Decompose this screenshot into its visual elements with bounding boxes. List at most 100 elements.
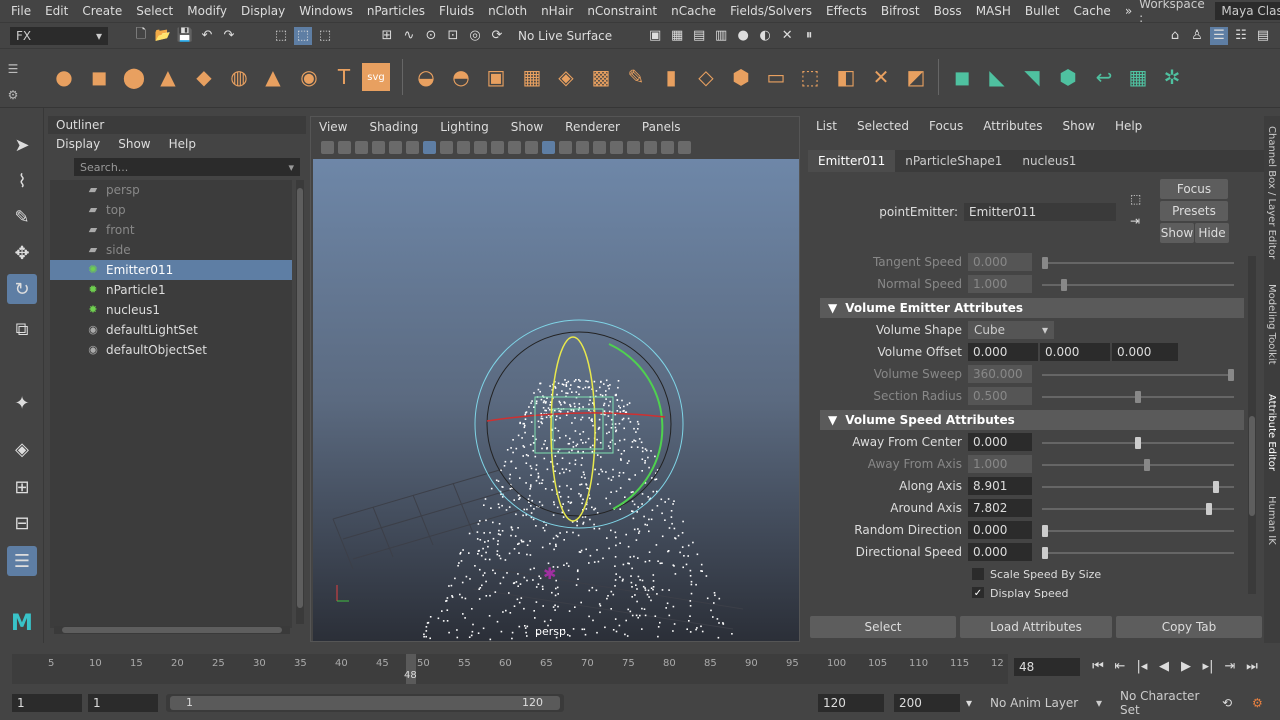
outliner-item-nparticle1[interactable]: ✹ nParticle1 [50, 280, 292, 300]
time-slider-bar[interactable]: 5 10 15 20 25 30 35 40 45 50 55 60 65 70 75 80 85 90 95 100… [12, 654, 1008, 684]
menu-nhair[interactable]: nHair [534, 4, 580, 18]
collapse-arrow-icon[interactable]: ▼ [828, 301, 837, 315]
auto-key-icon[interactable]: ⟲ [1222, 696, 1232, 710]
snap-live-icon[interactable]: ⟳ [488, 27, 506, 45]
cube-uv-icon[interactable]: ⬢ [727, 63, 755, 91]
volume-offset-y-field[interactable]: 0.000 [1040, 343, 1110, 361]
outliner-vscroll-thumb[interactable] [297, 188, 303, 608]
menu-cache[interactable]: Cache [1066, 4, 1117, 18]
render-frame-icon[interactable]: ▦ [668, 27, 686, 45]
workspace-dropdown[interactable]: Maya Classic [1215, 2, 1280, 20]
ncache-icon[interactable]: ↩ [1090, 63, 1118, 91]
character-controls-icon[interactable]: ♙ [1188, 27, 1206, 45]
render-settings-icon[interactable]: ▥ [712, 27, 730, 45]
rotate-tool-icon[interactable]: ↻ [7, 274, 37, 304]
edgeloop-icon[interactable]: ▭ [762, 63, 790, 91]
nucleus-icon[interactable]: ✲ [1158, 63, 1186, 91]
bookmark-icon[interactable] [355, 140, 368, 154]
select-button[interactable]: Select [810, 616, 956, 638]
snap-curve-icon[interactable]: ∿ [400, 27, 418, 45]
menu-file[interactable]: File [4, 4, 38, 18]
copy-tab-button[interactable]: Copy Tab [1116, 616, 1262, 638]
lights-icon[interactable] [593, 140, 606, 154]
snap-view-icon[interactable]: ⊡ [444, 27, 462, 45]
viewport-menu-lighting[interactable]: Lighting [440, 120, 489, 134]
torus-icon[interactable]: ◍ [225, 63, 253, 91]
attribute-vscrollbar[interactable] [1248, 256, 1256, 594]
playback-end-field[interactable]: 120 [818, 694, 884, 712]
outliner-menu-display[interactable]: Display [56, 137, 100, 151]
show-button[interactable]: Show [1160, 223, 1194, 243]
volume-emitter-header[interactable]: ▼ Volume Emitter Attributes [820, 298, 1244, 318]
isolate-icon[interactable] [678, 140, 691, 154]
menu-select[interactable]: Select [129, 4, 180, 18]
outliner-menu-help[interactable]: Help [169, 137, 196, 151]
grease-pencil-icon[interactable] [406, 140, 419, 154]
outliner-item-persp[interactable]: ▰ persp [50, 180, 292, 200]
rotate-z-ring[interactable] [550, 336, 596, 522]
smooth-shade-icon[interactable] [542, 140, 555, 154]
smooth-icon[interactable]: ▦ [518, 63, 546, 91]
animation-prefs-icon[interactable]: ⚙ [1252, 696, 1263, 710]
menu-set-dropdown[interactable]: FX ▾ [10, 26, 108, 45]
volume-shape-dropdown[interactable]: Cube ▾ [968, 321, 1054, 339]
go-to-end-icon[interactable]: ⏭ [1242, 656, 1262, 676]
select-component-icon[interactable]: ⬚ [316, 27, 334, 45]
around-axis-handle[interactable] [1205, 503, 1212, 515]
character-set-dropdown[interactable]: No Character Set [1114, 689, 1218, 717]
shelf-menu-icon[interactable]: ☰ [6, 55, 20, 83]
motion-blur-icon[interactable] [644, 140, 657, 154]
resolution-gate-icon[interactable] [457, 140, 470, 154]
extract-icon[interactable]: ▣ [482, 63, 510, 91]
attribute-vscroll-thumb[interactable] [1249, 416, 1255, 516]
ae-menu-focus[interactable]: Focus [929, 119, 963, 133]
focus-button[interactable]: Focus [1160, 179, 1228, 199]
outliner-hscrollbar[interactable] [54, 626, 290, 634]
plane-icon[interactable]: ◆ [190, 63, 218, 91]
attribute-editor-tab[interactable]: Attribute Editor [1266, 394, 1277, 471]
field-icon[interactable]: ▦ [1124, 63, 1152, 91]
rotate-outer-ring[interactable] [474, 319, 684, 529]
outliner-layout-icon[interactable]: ☰ [7, 546, 37, 576]
step-forward-frame-icon[interactable]: ▸| [1198, 656, 1218, 676]
sphere-icon[interactable]: ● [50, 63, 78, 91]
collapse-arrow-icon[interactable]: ▼ [828, 413, 837, 427]
select-hierarchy-icon[interactable]: ⬚ [272, 27, 290, 45]
pause-icon[interactable]: ⏸ [800, 27, 818, 45]
mirror-icon[interactable]: ◧ [832, 63, 860, 91]
open-scene-icon[interactable]: 📂 [154, 27, 172, 45]
cylinder-icon[interactable]: ⬤ [120, 63, 148, 91]
menu-mash[interactable]: MASH [969, 4, 1018, 18]
ipr-render-icon[interactable]: ▤ [690, 27, 708, 45]
range-slider-thumb[interactable] [170, 696, 560, 710]
aa-icon[interactable] [661, 140, 674, 154]
viewport-menu-show[interactable]: Show [511, 120, 543, 134]
presets-button[interactable]: Presets [1160, 201, 1228, 221]
viewport-menu-renderer[interactable]: Renderer [565, 120, 620, 134]
ncloth-icon[interactable]: ⬢ [1054, 63, 1082, 91]
chevron-down-icon[interactable]: ▾ [966, 696, 972, 710]
around-axis-slider[interactable] [1042, 503, 1234, 515]
volume-offset-z-field[interactable]: 0.000 [1112, 343, 1178, 361]
field-chart-icon[interactable] [491, 140, 504, 154]
menu-more-icon[interactable]: » [1118, 4, 1139, 18]
menu-boss[interactable]: Boss [927, 4, 969, 18]
channel-box-tab[interactable]: Channel Box / Layer Editor [1266, 126, 1277, 259]
fill-icon[interactable]: ◥ [1018, 63, 1046, 91]
ae-menu-help[interactable]: Help [1115, 119, 1142, 133]
animation-start-field[interactable]: 1 [12, 694, 82, 712]
load-attributes-button[interactable]: Load Attributes [960, 616, 1112, 638]
render-view-icon[interactable]: ▣ [646, 27, 664, 45]
gate-mask-icon[interactable] [474, 140, 487, 154]
rotate-view-ring[interactable] [486, 331, 672, 517]
step-forward-key-icon[interactable]: ⇥ [1220, 656, 1240, 676]
volume-offset-x-field[interactable]: 0.000 [968, 343, 1038, 361]
pipe-icon[interactable]: ◉ [295, 63, 323, 91]
undo-icon[interactable]: ↶ [198, 27, 216, 45]
snap-surface-icon[interactable]: ◎ [466, 27, 484, 45]
snap-grid-icon[interactable]: ⊞ [378, 27, 396, 45]
playback-start-field[interactable]: 1 [88, 694, 158, 712]
along-axis-slider[interactable] [1042, 481, 1234, 493]
two-layout-icon[interactable]: ⊟ [7, 508, 37, 538]
outliner-item-nucleus1[interactable]: ✸ nucleus1 [50, 300, 292, 320]
